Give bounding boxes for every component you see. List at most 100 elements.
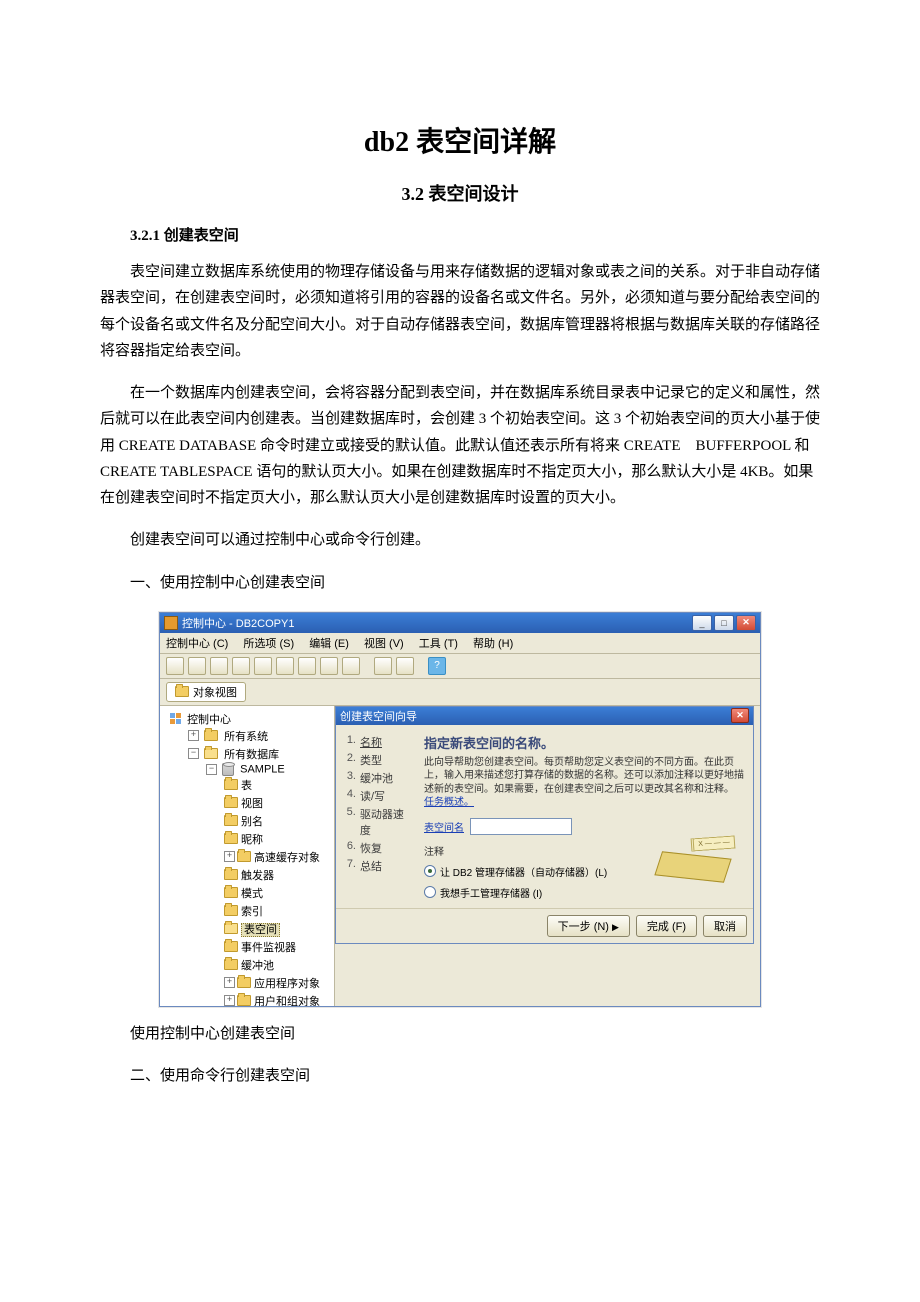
view-tab-object[interactable]: 对象视图 bbox=[166, 682, 246, 702]
folder-open-icon bbox=[204, 748, 218, 759]
sub-heading: 3.2.1 创建表空间 bbox=[100, 224, 820, 245]
figure-caption: 使用控制中心创建表空间 bbox=[100, 1021, 820, 1047]
folder-icon bbox=[237, 995, 251, 1006]
toolbar-separator bbox=[364, 658, 370, 674]
object-tree: 控制中心 + 所有系统 − 所有数据库 bbox=[160, 706, 335, 1006]
tree-item[interactable]: 昵称 bbox=[220, 830, 334, 848]
wizard-close-button[interactable]: ✕ bbox=[731, 708, 749, 723]
control-center-window: 控制中心 - DB2COPY1 _ □ ✕ 控制中心 (C) 所选项 (S) 编… bbox=[159, 612, 761, 1007]
expander-icon[interactable]: + bbox=[224, 995, 235, 1006]
radio-icon bbox=[424, 886, 436, 898]
menu-view[interactable]: 视图 (V) bbox=[364, 638, 404, 650]
wizard-step-list: 1.名称 2.类型 3.缓冲池 4.读/写 5.驱动器速度 6.恢复 7.总结 bbox=[344, 733, 414, 900]
menu-edit[interactable]: 编辑 (E) bbox=[309, 638, 349, 650]
view-tab-label: 对象视图 bbox=[193, 684, 237, 700]
app-icon bbox=[164, 616, 178, 630]
menu-control-center[interactable]: 控制中心 (C) bbox=[166, 638, 228, 650]
tree-item[interactable]: +应用程序对象 bbox=[220, 974, 334, 992]
maximize-button[interactable]: □ bbox=[714, 615, 734, 631]
tree-all-systems[interactable]: + 所有系统 bbox=[184, 727, 334, 745]
tree-db-sample[interactable]: − SAMPLE 表 视图 别名 昵称 bbox=[202, 762, 334, 1006]
tree-item[interactable]: 触发器 bbox=[220, 866, 334, 884]
tree-root[interactable]: 控制中心 + 所有系统 − 所有数据库 bbox=[166, 710, 334, 1006]
radio-icon bbox=[424, 865, 436, 877]
folder-icon bbox=[224, 959, 238, 970]
finish-button[interactable]: 完成 (F) bbox=[636, 915, 697, 937]
wizard-step[interactable]: 7.总结 bbox=[344, 857, 414, 875]
toolbar-button[interactable] bbox=[396, 657, 414, 675]
tree-item-tablespace[interactable]: 表空间 bbox=[220, 920, 334, 938]
tree-item[interactable]: 索引 bbox=[220, 902, 334, 920]
folder-icon bbox=[237, 977, 251, 988]
toolbar-button[interactable] bbox=[254, 657, 272, 675]
toolbar-button[interactable] bbox=[188, 657, 206, 675]
tablespace-name-input[interactable] bbox=[470, 818, 572, 835]
folder-icon bbox=[175, 686, 189, 697]
folder-icon bbox=[224, 779, 238, 790]
wizard-step[interactable]: 1.名称 bbox=[344, 733, 414, 751]
tree-item[interactable]: 别名 bbox=[220, 812, 334, 830]
cancel-button[interactable]: 取消 bbox=[703, 915, 747, 937]
toolbar-button[interactable] bbox=[342, 657, 360, 675]
folder-icon bbox=[237, 851, 251, 862]
wizard-step[interactable]: 5.驱动器速度 bbox=[344, 805, 414, 839]
doc-title: db2 表空间详解 bbox=[100, 120, 820, 160]
radio-manual-storage[interactable]: 我想手工管理存储器 (I) bbox=[424, 885, 745, 900]
expander-icon[interactable]: + bbox=[224, 977, 235, 988]
tree-all-databases[interactable]: − 所有数据库 − SAMPLE bbox=[184, 745, 334, 1006]
next-button[interactable]: 下一步 (N)▶ bbox=[547, 915, 630, 937]
folder-icon bbox=[224, 833, 238, 844]
wizard-heading: 指定新表空间的名称。 bbox=[424, 733, 745, 752]
tree-item[interactable]: +用户和组对象 bbox=[220, 992, 334, 1006]
wizard-titlebar[interactable]: 创建表空间向导 ✕ bbox=[336, 707, 753, 725]
toolbar-button[interactable] bbox=[276, 657, 294, 675]
toolbar-button[interactable] bbox=[320, 657, 338, 675]
menu-help[interactable]: 帮助 (H) bbox=[473, 638, 513, 650]
tree-item[interactable]: 视图 bbox=[220, 794, 334, 812]
wizard-step[interactable]: 2.类型 bbox=[344, 751, 414, 769]
toolbar-button[interactable] bbox=[374, 657, 392, 675]
tree-item[interactable]: 表 bbox=[220, 776, 334, 794]
wizard-step[interactable]: 4.读/写 bbox=[344, 787, 414, 805]
close-button[interactable]: ✕ bbox=[736, 615, 756, 631]
folder-icon bbox=[204, 730, 218, 741]
minimize-button[interactable]: _ bbox=[692, 615, 712, 631]
window-titlebar[interactable]: 控制中心 - DB2COPY1 _ □ ✕ bbox=[160, 613, 760, 633]
database-icon bbox=[222, 763, 234, 776]
expander-icon[interactable]: − bbox=[188, 748, 199, 759]
paragraph-5: 二、使用命令行创建表空间 bbox=[100, 1063, 820, 1089]
expander-icon[interactable]: + bbox=[188, 730, 199, 741]
menu-selected[interactable]: 所选项 (S) bbox=[243, 638, 294, 650]
toolbar-button[interactable] bbox=[210, 657, 228, 675]
wizard-title: 创建表空间向导 bbox=[340, 708, 731, 724]
tree-item[interactable]: 缓冲池 bbox=[220, 956, 334, 974]
help-icon[interactable]: ? bbox=[428, 657, 446, 675]
wizard-button-bar: 下一步 (N)▶ 完成 (F) 取消 bbox=[336, 908, 753, 943]
tree-item[interactable]: 模式 bbox=[220, 884, 334, 902]
toolbar: ? bbox=[160, 654, 760, 679]
folder-icon bbox=[224, 887, 238, 898]
grid-icon bbox=[170, 713, 181, 724]
wizard-main: 指定新表空间的名称。 此向导帮助您创建表空间。每页帮助您定义表空间的不同方面。在… bbox=[424, 733, 745, 900]
tree-item[interactable]: 事件监视器 bbox=[220, 938, 334, 956]
section-heading: 3.2 表空间设计 bbox=[100, 180, 820, 206]
tree-item[interactable]: +高速缓存对象 bbox=[220, 848, 334, 866]
toolbar-button[interactable] bbox=[166, 657, 184, 675]
expander-icon[interactable]: − bbox=[206, 764, 217, 775]
wizard-step[interactable]: 6.恢复 bbox=[344, 839, 414, 857]
toolbar-button[interactable] bbox=[232, 657, 250, 675]
toolbar-button[interactable] bbox=[298, 657, 316, 675]
paragraph-2: 在一个数据库内创建表空间，会将容器分配到表空间，并在数据库系统目录表中记录它的定… bbox=[100, 380, 820, 511]
menu-tools[interactable]: 工具 (T) bbox=[419, 638, 458, 650]
expander-icon[interactable]: + bbox=[224, 851, 235, 862]
tablespace-illustration: X — — — bbox=[657, 837, 735, 879]
task-overview-link[interactable]: 任务概述。 bbox=[424, 797, 474, 808]
paragraph-1: 表空间建立数据库系统使用的物理存储设备与用来存储数据的逻辑对象或表之间的关系。对… bbox=[100, 259, 820, 364]
folder-open-icon bbox=[224, 923, 238, 934]
paragraph-3: 创建表空间可以通过控制中心或命令行创建。 bbox=[100, 527, 820, 553]
folder-icon bbox=[224, 815, 238, 826]
tablespace-name-label: 表空间名 bbox=[424, 819, 464, 834]
create-tablespace-wizard: 创建表空间向导 ✕ 1.名称 2.类型 3.缓冲池 4.读/写 5.驱动器速度 … bbox=[335, 706, 754, 944]
wizard-step[interactable]: 3.缓冲池 bbox=[344, 769, 414, 787]
wizard-description: 此向导帮助您创建表空间。每页帮助您定义表空间的不同方面。在此页上，输入用来描述您… bbox=[424, 756, 745, 810]
